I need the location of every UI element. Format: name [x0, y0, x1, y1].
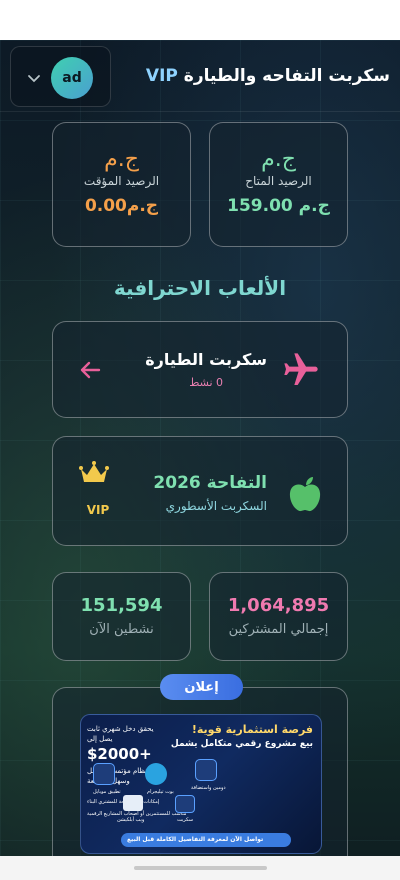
currency-symbol: ج.م — [261, 147, 296, 172]
ad-item-label: بوت تيليجرام — [147, 789, 174, 795]
web-app-icon — [123, 795, 143, 811]
available-balance-amount: 159.00 ج.م — [227, 196, 330, 216]
app-screen: سكربت التفاحه والطيارة VIP ad ج.م الرصيد… — [0, 40, 400, 856]
temporary-balance-amount: 0.00ج.م — [84, 196, 159, 216]
stat-label: نشطين الآن — [89, 622, 154, 637]
chevron-down-icon — [28, 75, 40, 83]
ad-item-label: ويب أبلكيشن — [117, 817, 145, 823]
available-balance-label: الرصيد المتاح — [245, 174, 312, 188]
header: سكربت التفاحه والطيارة VIP ad — [0, 40, 400, 112]
ad-card[interactable]: إعلان فرصة استثمارية قوية! بيع مشروع رقم… — [52, 674, 348, 856]
stat-value: 151,594 — [80, 595, 163, 616]
ad-banner-subtitle: بيع مشروع رقمي متكامل يشمل — [170, 739, 313, 749]
ad-income-prefix: يصل إلى — [87, 735, 113, 743]
mobile-app-icon — [93, 763, 115, 785]
currency-symbol: ج.م — [104, 147, 139, 172]
game-title: التفاحة 2026 — [153, 473, 267, 493]
telegram-icon — [145, 763, 167, 785]
crown-icon — [79, 461, 109, 482]
section-title: الألعاب الاحترافية — [113, 276, 287, 300]
ad-banner-title: فرصة استثمارية قوية! — [191, 723, 313, 736]
page-title: سكربت التفاحه والطيارة VIP — [146, 66, 390, 86]
ad-item-label: تطبيق موبايل — [93, 789, 121, 795]
domain-hosting-icon — [195, 759, 217, 781]
arrow-left-icon[interactable] — [79, 360, 101, 380]
ad-income-amount: $2000+ — [87, 745, 152, 763]
temporary-balance-card: ج.م الرصيد المؤقت 0.00ج.م — [52, 122, 191, 247]
ad-income-line: يحقق دخل شهري ثابت — [87, 725, 154, 733]
page-title-vip-tag: VIP — [145, 66, 178, 86]
vip-badge: VIP — [86, 503, 110, 517]
available-balance-card: ج.م الرصيد المتاح 159.00 ج.م — [209, 122, 348, 247]
game-title: سكربت الطيارة — [145, 350, 267, 369]
ad-badge: إعلان — [160, 674, 243, 700]
ad-banner-image[interactable]: فرصة استثمارية قوية! بيع مشروع رقمي متكا… — [80, 714, 322, 854]
game-status: 0 نشط — [189, 376, 223, 389]
game-card-plane[interactable]: سكربت الطيارة 0 نشط — [52, 321, 348, 418]
ad-cta-text: تواصل الآن لمعرفة التفاصيل الكاملة قبل ا… — [127, 836, 264, 843]
stat-value: 1,064,895 — [227, 595, 330, 616]
system-navigation-bar — [0, 856, 400, 880]
stat-card-active: 151,594 نشطين الآن — [52, 572, 191, 661]
stat-card-subscribers: 1,064,895 إجمالي المشتركين — [209, 572, 348, 661]
page-title-text: سكربت التفاحه والطيارة — [183, 66, 390, 86]
avatar: ad — [51, 57, 93, 99]
ad-item-label: سكربت — [177, 817, 194, 823]
home-indicator[interactable] — [134, 866, 267, 870]
apple-icon — [289, 477, 321, 512]
ad-item-label: دومين واستضافة — [191, 785, 226, 791]
script-icon — [175, 795, 195, 813]
game-subtitle: السكربت الأسطوري — [165, 499, 267, 513]
stat-label: إجمالي المشتركين — [228, 622, 329, 637]
game-card-apple[interactable]: التفاحة 2026 السكربت الأسطوري VIP — [52, 436, 348, 546]
temporary-balance-label: الرصيد المؤقت — [83, 174, 160, 188]
airplane-icon — [284, 353, 318, 385]
user-menu-button[interactable]: ad — [10, 46, 111, 107]
